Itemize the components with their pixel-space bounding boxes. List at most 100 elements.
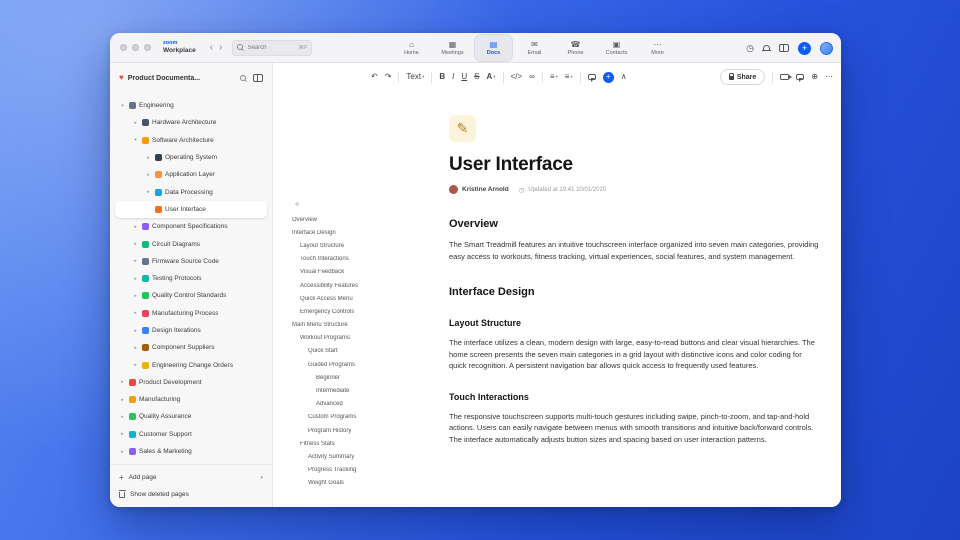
sidebar-page-item[interactable]: ▸ Quality Control Standards — [110, 287, 272, 304]
sidebar-page-item[interactable]: ▸ Manufacturing Process — [110, 305, 272, 322]
new-item-button[interactable]: + — [798, 41, 811, 55]
outline-item[interactable]: Custom Programs — [273, 411, 445, 424]
start-video-button[interactable] — [780, 74, 793, 80]
outline-item[interactable]: Overview — [273, 213, 445, 226]
expand-chevron-icon[interactable]: ▸ — [119, 449, 126, 455]
add-page-button[interactable]: + Add page ▾ — [119, 469, 263, 486]
doc-block[interactable]: Interface Design — [449, 286, 821, 298]
sidebar-page-item[interactable]: ▸ Design Iterations — [110, 322, 272, 339]
page-title[interactable]: User Interface — [449, 154, 821, 176]
sidebar-search-icon[interactable] — [240, 74, 247, 82]
expand-chevron-icon[interactable]: ▸ — [132, 241, 139, 247]
sidebar-page-item[interactable]: ▸ Operating System — [110, 149, 272, 166]
outline-item[interactable]: Visual Feedback — [273, 266, 445, 279]
show-deleted-pages-button[interactable]: Show deleted pages — [118, 486, 263, 503]
collapse-outline-icon[interactable]: « — [295, 199, 299, 208]
more-options-button[interactable]: ⋯ — [825, 72, 833, 82]
outline-item[interactable]: Fitness Stats — [273, 437, 445, 450]
expand-chevron-icon[interactable]: ▸ — [132, 258, 139, 264]
app-tab[interactable]: ⌂ Home — [393, 35, 430, 61]
expand-chevron-icon[interactable]: ▸ — [119, 379, 126, 385]
history-icon[interactable]: ◷ — [746, 43, 754, 53]
outline-item[interactable]: Main Menu Structure — [273, 319, 445, 332]
code-button[interactable]: </> — [511, 72, 523, 82]
sidebar-page-item[interactable]: ▸ Firmware Source Code — [110, 253, 272, 270]
text-style-select[interactable]: Text ▾ — [406, 72, 424, 82]
expand-chevron-icon[interactable]: ▸ — [145, 155, 152, 161]
expand-chevron-icon[interactable]: ▸ — [145, 172, 152, 178]
outline-item[interactable]: Workout Programs — [273, 332, 445, 345]
sidebar-page-item[interactable]: ▸ Quality Assurance — [110, 408, 272, 425]
sidebar-page-item[interactable]: ▸ Application Layer — [110, 166, 272, 183]
undo-button[interactable]: ↶ — [371, 72, 378, 82]
zoom-window-button[interactable] — [144, 44, 151, 51]
outline-item[interactable]: Guided Programs — [273, 358, 445, 371]
outline-item[interactable]: Advanced — [273, 398, 445, 411]
expand-chevron-icon[interactable]: ▸ — [132, 120, 139, 126]
expand-chevron-icon[interactable]: ▸ — [132, 328, 139, 334]
sidebar-page-item[interactable]: ▸ Product Development — [110, 374, 272, 391]
forward-button[interactable]: › — [219, 42, 222, 53]
search-input[interactable] — [247, 44, 296, 51]
expand-chevron-icon[interactable]: ▾ — [119, 103, 126, 109]
doc-block[interactable]: Layout Structure — [449, 318, 821, 328]
comment-button[interactable] — [587, 74, 596, 82]
sidebar-page-item[interactable]: ▸ Testing Protocols — [110, 270, 272, 287]
expand-chevron-icon[interactable]: ▸ — [132, 224, 139, 230]
sidebar-page-item[interactable]: ▸ Engineering Change Orders — [110, 356, 272, 373]
outline-item[interactable]: Accessibility Features — [273, 279, 445, 292]
publish-web-button[interactable]: ⊕ — [811, 72, 818, 82]
sidebar-page-item[interactable]: ▾ Software Architecture — [110, 132, 272, 149]
doc-block[interactable]: Overview — [449, 218, 821, 230]
outline-item[interactable]: Progress Tracking — [273, 464, 445, 477]
collaborator-avatar[interactable] — [702, 72, 713, 82]
align-select[interactable]: ≡ ▾ — [565, 72, 573, 82]
page-emoji-icon[interactable]: ✎ — [449, 115, 476, 142]
sidebar-page-item[interactable]: ▸ Hardware Architecture — [110, 114, 272, 131]
doc-block[interactable]: The interface utilizes a clean, modern d… — [449, 337, 821, 372]
sidebar-page-item[interactable]: ▸ Component Suppliers — [110, 339, 272, 356]
workspace-header[interactable]: ♥ Product Documenta... — [110, 63, 272, 93]
global-search[interactable]: ⌘F — [232, 39, 313, 56]
sidebar-page-item[interactable]: ▸ Circuit Diagrams — [110, 235, 272, 252]
chevron-down-icon[interactable]: ▾ — [260, 475, 263, 481]
notifications-icon[interactable] — [762, 45, 771, 51]
sidebar-page-item[interactable]: ▾ Engineering — [110, 97, 272, 114]
expand-chevron-icon[interactable]: ▸ — [119, 414, 126, 420]
sidebar-page-item[interactable]: ▸ Component Specifications — [110, 218, 272, 235]
outline-item[interactable]: Weight Goals — [273, 477, 445, 490]
collapse-toolbar-button[interactable]: ∧ — [621, 72, 627, 82]
outline-item[interactable]: Layout Structure — [273, 239, 445, 252]
expand-chevron-icon[interactable]: ▸ — [132, 310, 139, 316]
outline-item[interactable]: Activity Summary — [273, 450, 445, 463]
sidebar-page-item[interactable]: ▸ Manufacturing — [110, 391, 272, 408]
outline-item[interactable]: Quick Start — [273, 345, 445, 358]
doc-block[interactable]: Touch Interactions — [449, 392, 821, 402]
outline-item[interactable]: Quick Access Menu — [273, 292, 445, 305]
app-tab[interactable]: ⋯ More — [639, 35, 676, 61]
expand-chevron-icon[interactable]: ▸ — [132, 293, 139, 299]
expand-chevron-icon[interactable]: ▸ — [132, 345, 139, 351]
insert-block-button[interactable]: + — [602, 71, 614, 83]
sidebar-collapse-icon[interactable] — [253, 74, 263, 82]
text-color-select[interactable]: A ▾ — [486, 72, 495, 82]
outline-item[interactable]: Intermediate — [273, 384, 445, 397]
strikethrough-button[interactable]: S — [474, 72, 479, 82]
sidebar-page-item[interactable]: ▸ Sales & Marketing — [110, 443, 272, 460]
outline-item[interactable]: Touch Interactions — [273, 253, 445, 266]
expand-chevron-icon[interactable]: ▾ — [132, 137, 139, 143]
sidebar-page-item[interactable]: User Interface — [115, 200, 267, 219]
expand-chevron-icon[interactable]: ▸ — [119, 431, 126, 437]
outline-item[interactable]: Emergency Controls — [273, 305, 445, 318]
sidebar-page-item[interactable]: ▸ Customer Support — [110, 426, 272, 443]
outline-item[interactable]: Interface Design — [273, 226, 445, 239]
italic-button[interactable]: I — [452, 72, 454, 82]
share-button[interactable]: Share — [719, 69, 766, 85]
redo-button[interactable]: ↷ — [385, 72, 392, 82]
outline-item[interactable]: Beginner — [273, 371, 445, 384]
expand-chevron-icon[interactable]: ▸ — [132, 276, 139, 282]
close-window-button[interactable] — [120, 44, 127, 51]
underline-button[interactable]: U — [461, 72, 467, 82]
list-select[interactable]: ≡ ▾ — [550, 72, 558, 82]
minimize-window-button[interactable] — [132, 44, 139, 51]
